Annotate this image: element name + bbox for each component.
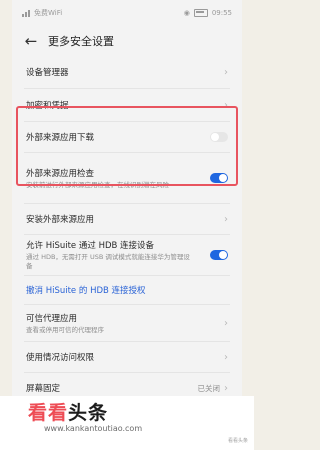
back-arrow-icon[interactable]: ←	[22, 32, 40, 50]
watermark-corner: 看看头条	[227, 438, 248, 444]
device-manager-label: 设备管理器	[26, 68, 69, 78]
watermark-title-red: 看看	[28, 402, 69, 424]
install-external-item[interactable]: 安装外部来源应用 ›	[24, 204, 230, 235]
settings-list: 设备管理器 › 加密和凭据 › 外部来源应用下载 外部来源应用检查 安装前进行外…	[12, 56, 242, 403]
chevron-right-icon: ›	[224, 382, 228, 394]
chevron-right-icon: ›	[224, 317, 228, 329]
external-check-toggle[interactable]	[210, 173, 228, 183]
usage-access-item[interactable]: 使用情况访问权限 ›	[24, 342, 230, 373]
page-title: 更多安全设置	[48, 35, 114, 48]
encryption-item[interactable]: 加密和凭据 ›	[24, 89, 230, 122]
chevron-right-icon: ›	[224, 66, 228, 78]
hisuite-label: 允许 HiSuite 通过 HDB 连接设备	[26, 241, 155, 251]
screen-pinning-label: 屏幕固定	[26, 384, 61, 394]
trusted-agent-desc: 查看或停用可信的代理程序	[26, 325, 104, 334]
hisuite-toggle[interactable]	[210, 250, 228, 260]
title-bar: ← 更多安全设置	[12, 26, 242, 56]
chevron-right-icon: ›	[224, 99, 228, 111]
external-download-toggle[interactable]	[210, 132, 228, 142]
install-external-label: 安装外部来源应用	[26, 215, 95, 225]
wifi-icon: ◉	[183, 9, 190, 17]
revoke-hisuite-link[interactable]: 撤消 HiSuite 的 HDB 连接授权	[24, 276, 230, 305]
status-time: 09:55	[211, 9, 232, 17]
trusted-agent-label: 可信代理应用	[26, 313, 78, 324]
watermark-title-black: 头条	[68, 402, 109, 424]
external-download-item[interactable]: 外部来源应用下载	[24, 122, 230, 153]
phone-screen: 免费WiFi ◉ 09:55 ← 更多安全设置 设备管理器 › 加密和凭据 › …	[12, 0, 242, 412]
status-bar: 免费WiFi ◉ 09:55	[12, 0, 242, 26]
chevron-right-icon: ›	[224, 213, 228, 225]
usage-access-label: 使用情况访问权限	[26, 353, 95, 363]
carrier-text: 免费WiFi	[34, 9, 63, 17]
encryption-label: 加密和凭据	[26, 101, 69, 111]
hisuite-desc: 通过 HDB，无需打开 USB 调试模式就能连接华为管理设备	[26, 253, 190, 270]
external-check-label: 外部来源应用检查	[26, 168, 95, 179]
chevron-right-icon: ›	[224, 351, 228, 363]
watermark-url: www.kankantoutiao.com	[44, 424, 143, 433]
watermark-title: 看看头条	[28, 398, 108, 425]
trusted-agent-item[interactable]: 可信代理应用 查看或停用可信的代理程序 ›	[24, 305, 230, 342]
external-check-item[interactable]: 外部来源应用检查 安装前进行外部来源应用检查，在线识别潜在风险	[24, 153, 230, 204]
external-download-label: 外部来源应用下载	[26, 133, 95, 143]
battery-icon	[193, 9, 208, 17]
watermark-banner: 看看头条 www.kankantoutiao.com 看看头条	[0, 396, 254, 450]
device-manager-item[interactable]: 设备管理器 ›	[24, 56, 230, 89]
external-check-desc: 安装前进行外部来源应用检查，在线识别潜在风险	[26, 180, 169, 189]
hisuite-item[interactable]: 允许 HiSuite 通过 HDB 连接设备 通过 HDB，无需打开 USB 调…	[24, 235, 230, 276]
screen-pinning-state: 已关闭	[197, 383, 221, 393]
signal-icon	[22, 9, 30, 17]
